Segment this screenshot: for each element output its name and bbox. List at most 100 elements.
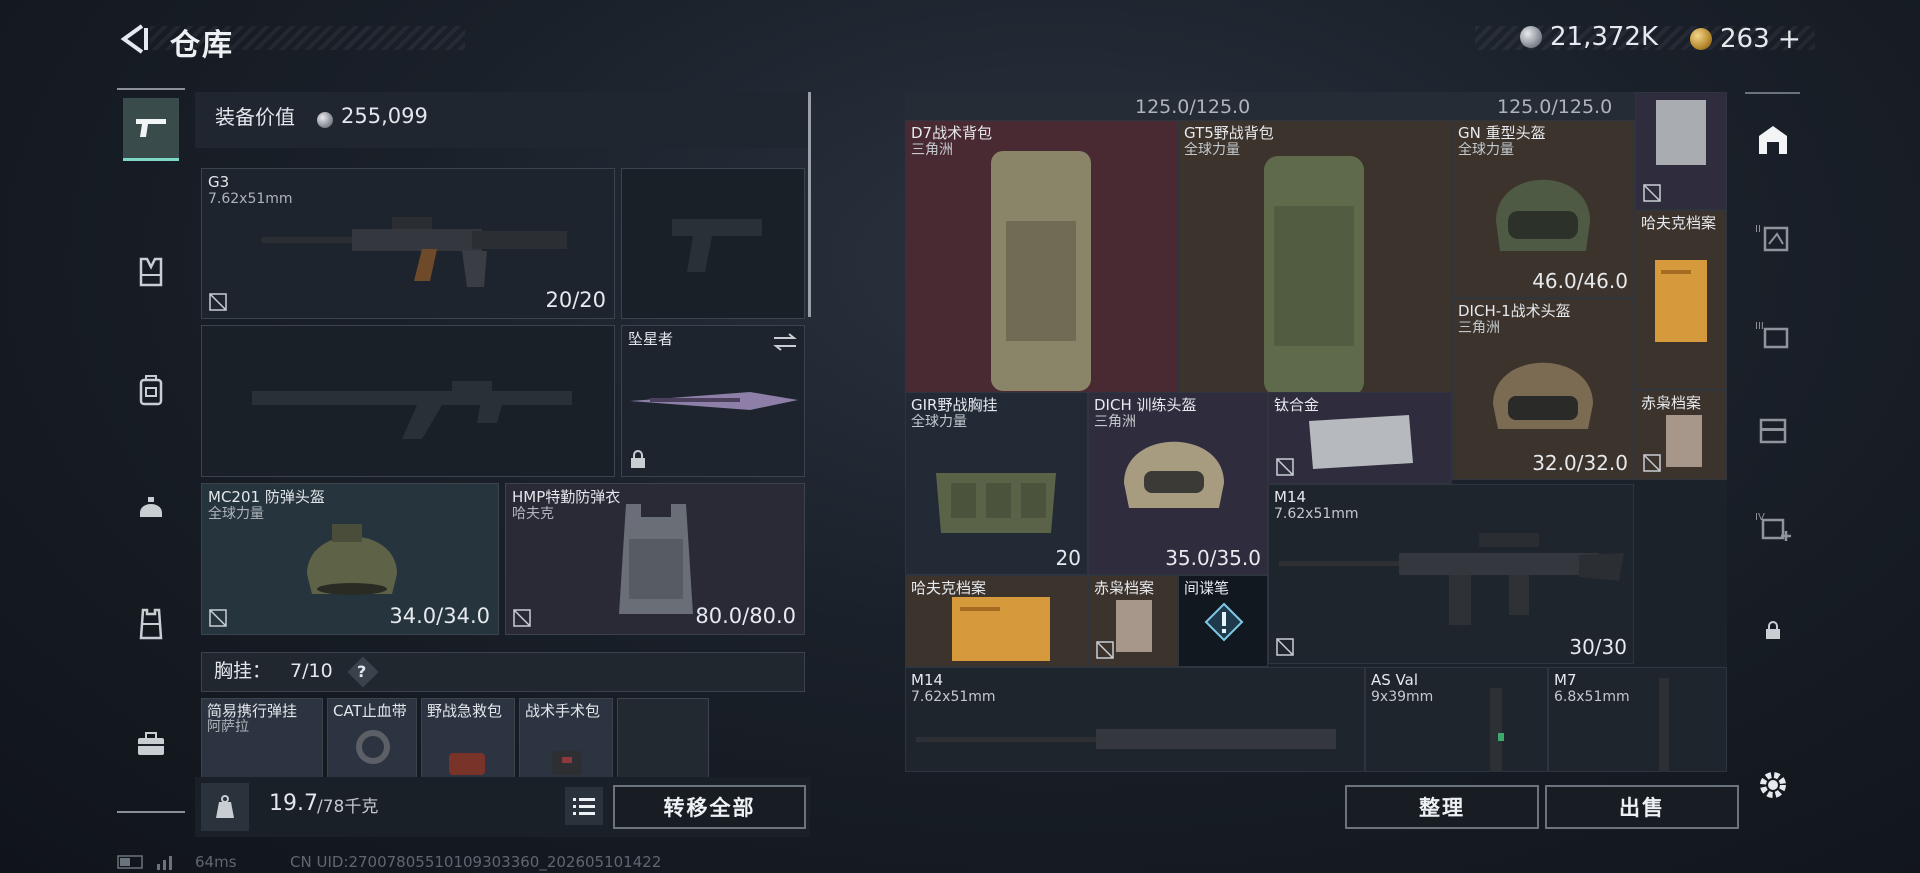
equip-value-label: 装备价值	[215, 105, 295, 129]
item-m14-a[interactable]: M14 7.62x51mm 30/30	[1268, 484, 1634, 664]
item-chixiao-file-1[interactable]: 赤枭档案	[1635, 390, 1727, 480]
nav-armor[interactable]	[125, 598, 177, 650]
list-view-button[interactable]	[565, 787, 603, 825]
item-name: M7	[1554, 671, 1577, 689]
item-name: GT5野战背包	[1184, 124, 1274, 142]
item-d7-backpack[interactable]: D7战术背包 三角洲 35	[905, 120, 1178, 420]
item-spy-pen[interactable]: 间谍笔	[1178, 575, 1268, 667]
nav-helmet[interactable]	[125, 481, 177, 533]
secondary-weapon-slot-empty[interactable]	[201, 325, 615, 477]
first-aid-kit-image	[449, 753, 485, 775]
item-name: AS Val	[1371, 671, 1419, 689]
rig-item[interactable]: CAT止血带	[327, 698, 417, 780]
armor-durability: 80.0/80.0	[695, 604, 796, 628]
backpack-icon	[139, 375, 163, 406]
metal-ingot-image	[1309, 415, 1413, 469]
storage-tab-3[interactable]: III	[1755, 317, 1791, 353]
rig-slot-empty[interactable]	[617, 698, 709, 780]
chest-rig-count: 7/10	[290, 660, 333, 682]
melee-slot[interactable]: 坠星者	[621, 325, 805, 477]
rig-item-sub: 阿萨拉	[207, 719, 249, 735]
help-icon[interactable]: ?	[357, 663, 366, 681]
item-havk-file-2[interactable]: 哈夫克档案	[905, 575, 1088, 667]
silver-coin-icon	[317, 112, 333, 128]
tourniquet-image	[356, 730, 390, 764]
settings-button[interactable]	[1755, 767, 1791, 803]
storage-tab-5[interactable]: IV	[1755, 510, 1791, 546]
helmet-icon	[140, 497, 162, 517]
document-image	[1116, 600, 1152, 652]
helmet-faction: 全球力量	[208, 506, 264, 522]
nav-toolbox[interactable]	[125, 718, 177, 770]
rifle-image	[1279, 533, 1624, 625]
lock-icon	[1766, 621, 1780, 639]
rig-item-name: 简易携行弹挂	[207, 702, 298, 720]
item-chixiao-file-2[interactable]: 赤枭档案	[1088, 575, 1178, 667]
toolbox-icon	[138, 732, 164, 755]
broken-slot-icon	[1643, 454, 1661, 472]
weapon-name: G3	[208, 173, 230, 191]
item-name: GIR野战胸挂	[911, 396, 998, 414]
document-image	[1655, 260, 1707, 342]
item-havk-file-1[interactable]: 哈夫克档案	[1635, 210, 1727, 390]
item-name: 哈夫克档案	[1641, 214, 1717, 232]
back-arrow-icon[interactable]	[116, 22, 150, 56]
broken-slot-icon	[209, 609, 227, 627]
backpack-image	[991, 151, 1091, 391]
item-unknown-top[interactable]	[1635, 92, 1727, 210]
item-titanium[interactable]: 钛合金	[1268, 392, 1452, 484]
gold-currency[interactable]: 263 +	[1690, 22, 1801, 55]
rifle-image	[916, 729, 1336, 749]
storage-tab-5-add-icon: IV	[1755, 512, 1791, 541]
storage-tab-2[interactable]: II	[1755, 220, 1791, 256]
sort-button[interactable]: 整理	[1345, 785, 1539, 829]
nav-chest-rig[interactable]	[125, 246, 177, 298]
storage-tab-4[interactable]	[1755, 412, 1791, 448]
item-m14-b[interactable]: M14 7.62x51mm	[905, 667, 1365, 772]
item-dich-helmet[interactable]: DICH 训练头盔 三角洲 35.0/35.0	[1088, 392, 1268, 575]
ping-text: 64ms	[195, 853, 237, 871]
signal-icon	[157, 856, 172, 870]
item-gt5-backpack[interactable]: GT5野战背包 全球力量 30	[1178, 120, 1452, 420]
item-as-val[interactable]: AS Val 9x39mm	[1365, 667, 1548, 772]
armor-slot[interactable]: HMP特勤防弹衣 哈夫克 80.0/80.0	[505, 483, 805, 635]
pistol-icon	[136, 119, 166, 137]
item-name: M14	[911, 671, 944, 689]
storage-tab-main[interactable]	[1755, 122, 1791, 158]
storage-tab-locked[interactable]	[1755, 612, 1791, 648]
item-durability: 35.0/35.0	[1165, 546, 1261, 570]
storage-tab-2-icon: II	[1755, 224, 1789, 252]
item-gn-helmet[interactable]: GN 重型头盔 全球力量 46.0/46.0	[1452, 120, 1635, 298]
scrollbar[interactable]	[808, 92, 811, 317]
rig-item-name: 野战急救包	[427, 702, 503, 720]
swap-icon[interactable]	[772, 332, 798, 352]
armor-faction: 哈夫克	[512, 506, 554, 522]
item-m7[interactable]: M7 6.8x51mm	[1548, 667, 1727, 772]
nav-weapon[interactable]	[123, 98, 179, 161]
item-dich1-helmet[interactable]: DICH-1战术头盔 三角洲 32.0/32.0	[1452, 298, 1635, 480]
gold-plus-button[interactable]: +	[1778, 22, 1801, 55]
rig-item[interactable]: 野战急救包	[421, 698, 515, 780]
knife-image	[630, 392, 798, 410]
transfer-all-button[interactable]: 转移全部	[613, 785, 806, 829]
armor-vest-icon	[139, 608, 163, 640]
primary-weapon-slot[interactable]: G3 7.62x51mm 20/20	[201, 168, 615, 319]
capacity-right: 125.0/125.0	[1497, 96, 1613, 118]
storage-main-icon	[1759, 126, 1787, 154]
item-durability: 46.0/46.0	[1532, 269, 1628, 293]
list-icon	[573, 798, 595, 815]
item-gir-chest-rig[interactable]: GIR野战胸挂 全球力量 20	[905, 392, 1088, 575]
nav-backpack[interactable]	[125, 364, 177, 416]
helmet-slot[interactable]: MC201 防弹头盔 全球力量 34.0/34.0	[201, 483, 499, 635]
sell-button[interactable]: 出售	[1545, 785, 1739, 829]
item-sub: 9x39mm	[1371, 689, 1434, 705]
pistol-slot-empty[interactable]	[621, 168, 805, 319]
uid-text: CN UID:2700780551010930336­0_20260510142…	[290, 853, 662, 871]
chest-rig-icon	[139, 257, 163, 287]
storage-tab-4-icon	[1759, 418, 1787, 444]
item-name: 间谍笔	[1184, 579, 1230, 597]
rig-item[interactable]: 简易携行弹挂 阿萨拉	[201, 698, 323, 780]
g3-rifle-image	[262, 217, 567, 287]
helmet-image	[307, 524, 397, 595]
rig-item[interactable]: 战术手术包	[519, 698, 613, 780]
